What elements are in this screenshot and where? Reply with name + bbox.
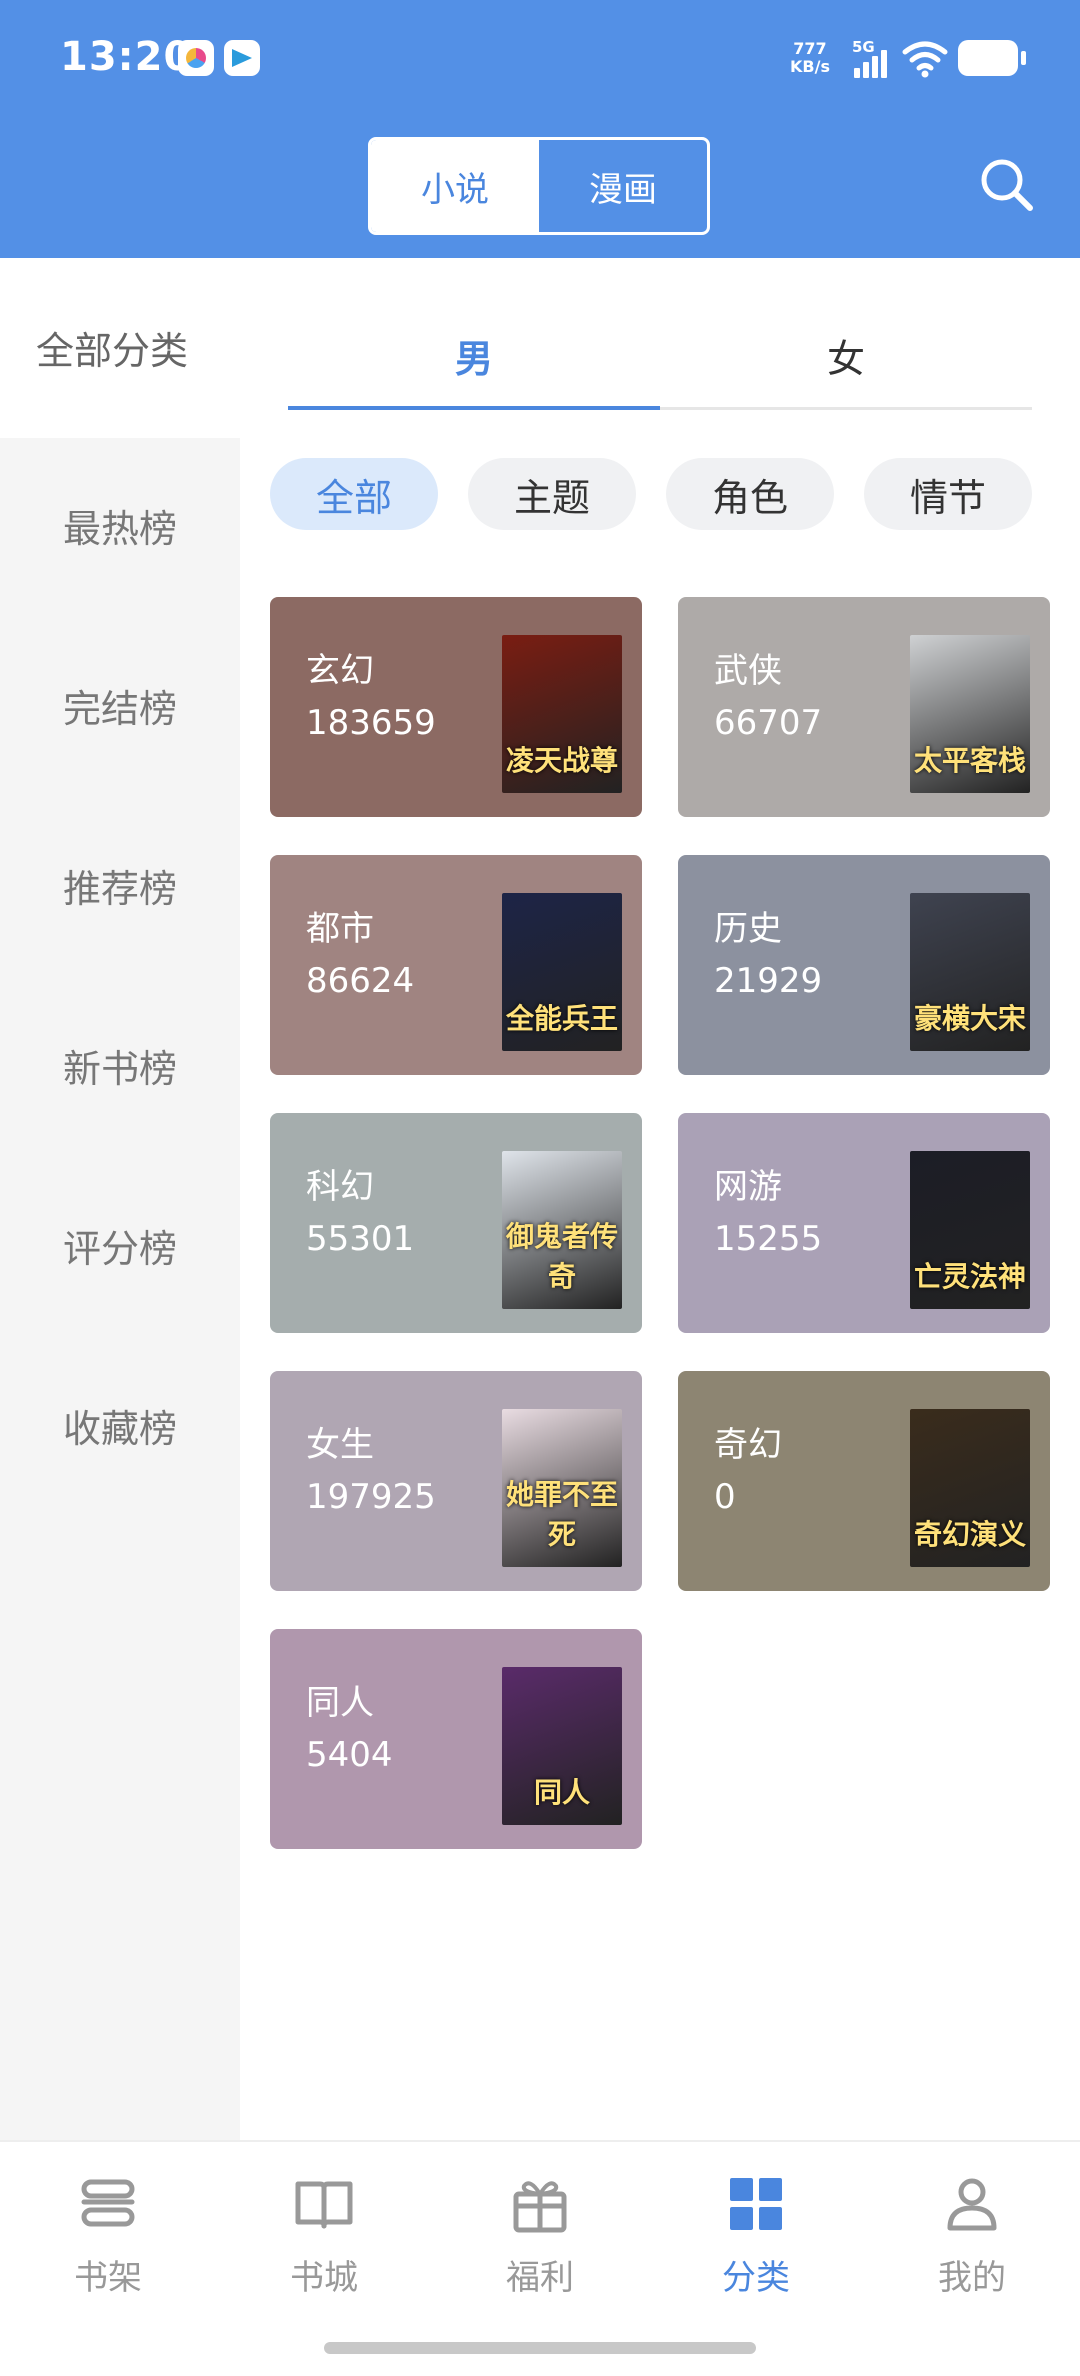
chip-role[interactable]: 角色 [666, 458, 834, 530]
profile-icon [947, 2178, 997, 2231]
category-name: 都市 [306, 909, 374, 949]
cover-title: 全能兵王 [505, 1002, 618, 1035]
sidebar-item-recommended[interactable]: 推荐榜 [0, 858, 240, 913]
category-grid-icon [730, 2178, 782, 2230]
sidebar-item-hot[interactable]: 最热榜 [0, 498, 240, 553]
book-cover: 奇幻演义 [910, 1409, 1030, 1567]
tab-male[interactable]: 男 [288, 300, 660, 410]
book-cover: 全能兵王 [502, 893, 622, 1051]
category-count: 66707 [714, 703, 823, 743]
book-cover: 太平客栈 [910, 635, 1030, 793]
nav-welfare[interactable]: 福利 [432, 2172, 648, 2312]
nav-label: 分类 [722, 2258, 790, 2298]
category-count: 197925 [306, 1477, 436, 1517]
bookshelf-icon [81, 2179, 135, 2227]
cover-title: 豪横大宋 [913, 1002, 1026, 1035]
chip-plot[interactable]: 情节 [864, 458, 1032, 530]
nav-label: 书架 [74, 2258, 142, 2298]
category-name: 玄幻 [306, 651, 374, 691]
sidebar-item-finished[interactable]: 完结榜 [0, 678, 240, 733]
cover-title: 太平客栈 [913, 744, 1026, 777]
sidebar-item-new[interactable]: 新书榜 [0, 1038, 240, 1093]
category-count: 5404 [306, 1735, 393, 1775]
cover-title: 亡灵法神 [913, 1260, 1026, 1293]
chip-theme[interactable]: 主题 [468, 458, 636, 530]
category-count: 0 [714, 1477, 736, 1517]
category-name: 科幻 [306, 1167, 374, 1207]
wifi-icon [902, 41, 948, 78]
category-card[interactable]: 历史 21929 豪横大宋 [678, 855, 1050, 1075]
category-count: 55301 [306, 1219, 415, 1259]
net-speed: 777 KB/s [790, 40, 830, 76]
battery-icon [958, 40, 1026, 76]
nav-profile[interactable]: 我的 [864, 2172, 1080, 2312]
status-bar: 13:20 777 KB/s 5G [0, 0, 1080, 118]
content-type-switch: 小说 漫画 [368, 137, 710, 235]
signal-label: 5G [852, 38, 875, 56]
nav-category[interactable]: 分类 [648, 2172, 864, 2312]
category-card[interactable]: 科幻 55301 御鬼者传奇 [270, 1113, 642, 1333]
cover-title: 凌天战尊 [505, 744, 618, 777]
signal-icon: 5G [852, 38, 892, 78]
category-count: 15255 [714, 1219, 823, 1259]
book-cover: 御鬼者传奇 [502, 1151, 622, 1309]
nav-label: 我的 [938, 2258, 1006, 2298]
cover-title: 同人 [533, 1776, 590, 1809]
book-cover: 亡灵法神 [910, 1151, 1030, 1309]
ranking-sidebar: 最热榜 完结榜 推荐榜 新书榜 评分榜 收藏榜 [0, 438, 240, 2140]
sidebar-item-favorites[interactable]: 收藏榜 [0, 1398, 240, 1453]
cover-title: 御鬼者传奇 [505, 1220, 618, 1293]
category-card[interactable]: 都市 86624 全能兵王 [270, 855, 642, 1075]
nav-label: 书城 [290, 2258, 358, 2298]
category-count: 21929 [714, 961, 823, 1001]
nav-label: 福利 [506, 2258, 574, 2298]
book-cover: 豪横大宋 [910, 893, 1030, 1051]
book-cover: 凌天战尊 [502, 635, 622, 793]
category-name: 历史 [714, 909, 782, 949]
book-cover: 她罪不至死 [502, 1409, 622, 1567]
category-count: 86624 [306, 961, 415, 1001]
search-icon[interactable] [978, 156, 1034, 212]
nav-bookshelf[interactable]: 书架 [0, 2172, 216, 2312]
app-notification-icon [178, 40, 214, 76]
category-card[interactable]: 网游 15255 亡灵法神 [678, 1113, 1050, 1333]
nav-bookstore[interactable]: 书城 [216, 2172, 432, 2312]
tab-comic[interactable]: 漫画 [539, 140, 707, 232]
category-name: 女生 [306, 1425, 374, 1465]
gift-icon [513, 2181, 567, 2233]
active-tab-indicator [288, 406, 660, 410]
category-name: 网游 [714, 1167, 782, 1207]
tab-novel[interactable]: 小说 [371, 140, 539, 232]
status-time: 13:20 [60, 34, 193, 80]
bottom-navigation: 书架 书城 福利 分类 我的 [0, 2140, 1080, 2376]
category-card[interactable]: 女生 197925 她罪不至死 [270, 1371, 642, 1591]
category-card[interactable]: 武侠 66707 太平客栈 [678, 597, 1050, 817]
home-indicator[interactable] [324, 2342, 756, 2354]
category-name: 武侠 [714, 651, 782, 691]
category-card[interactable]: 同人 5404 同人 [270, 1629, 642, 1849]
app-header: 13:20 777 KB/s 5G 小说 漫画 [0, 0, 1080, 258]
book-cover: 同人 [502, 1667, 622, 1825]
sidebar-item-rating[interactable]: 评分榜 [0, 1218, 240, 1273]
chip-all[interactable]: 全部 [270, 458, 438, 530]
category-name: 同人 [306, 1683, 374, 1723]
telegram-icon [224, 40, 260, 76]
cover-title: 她罪不至死 [505, 1478, 618, 1551]
book-icon [295, 2181, 353, 2229]
tab-female[interactable]: 女 [660, 300, 1032, 410]
cover-title: 奇幻演义 [913, 1518, 1026, 1551]
category-count: 183659 [306, 703, 436, 743]
category-card[interactable]: 奇幻 0 奇幻演义 [678, 1371, 1050, 1591]
net-speed-value: 777 [793, 39, 827, 58]
category-name: 奇幻 [714, 1425, 782, 1465]
all-categories-title: 全部分类 [36, 329, 189, 373]
net-speed-unit: KB/s [790, 57, 830, 76]
gender-tabs: 男 女 [288, 300, 1032, 410]
category-card[interactable]: 玄幻 183659 凌天战尊 [270, 597, 642, 817]
